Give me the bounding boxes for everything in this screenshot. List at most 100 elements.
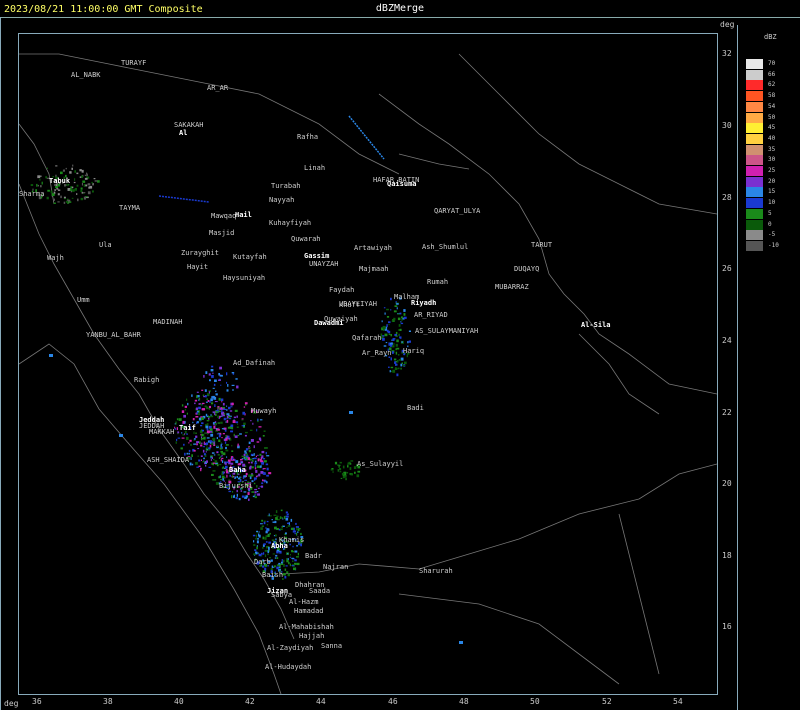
radar-echo-pixel xyxy=(180,447,183,450)
radar-echo-pixel xyxy=(234,459,236,462)
radar-echo-pixel xyxy=(195,435,198,438)
radar-echo-pixel xyxy=(210,433,214,437)
left-frame-line xyxy=(0,17,1,710)
radar-echo-pixel xyxy=(213,437,216,440)
radar-echo-pixel xyxy=(203,453,206,456)
latitude-tick-label: 30 xyxy=(722,121,732,130)
latitude-tick-label: 28 xyxy=(722,193,732,202)
radar-echo-pixel xyxy=(208,466,212,468)
radar-echo-pixel xyxy=(280,509,283,512)
radar-echo-pixel xyxy=(218,410,221,413)
radar-echo-pixel xyxy=(237,477,241,480)
legend-level-label: -5 xyxy=(768,231,776,239)
radar-echo-pixel xyxy=(393,358,397,361)
radar-echo-pixel xyxy=(63,201,66,204)
radar-echo-pixel xyxy=(260,523,263,525)
radar-echo-pixel xyxy=(260,459,262,462)
radar-echo-pixel xyxy=(382,337,385,341)
radar-echo-pixel xyxy=(87,191,91,195)
legend-level-label: 58 xyxy=(768,92,776,100)
radar-echo-pixel xyxy=(403,313,406,316)
legend-level-label: 40 xyxy=(768,134,776,142)
radar-echo-pixel xyxy=(407,341,409,344)
radar-echo-pixel xyxy=(201,459,202,461)
radar-echo-pixel xyxy=(216,445,219,447)
radar-echo-pixel xyxy=(258,426,262,428)
radar-echo-pixel xyxy=(275,517,278,520)
radar-echo-pixel xyxy=(262,536,265,540)
city-label: Najran xyxy=(323,563,349,571)
radar-echo-pixel xyxy=(216,433,220,435)
radar-echo-pixel xyxy=(226,389,229,392)
city-label: Ash_Shumlul xyxy=(422,243,469,251)
radar-echo-pixel xyxy=(194,399,198,402)
radar-echo-pixel xyxy=(268,546,270,550)
radar-echo-pixel xyxy=(390,357,392,361)
legend-level-label: 20 xyxy=(768,177,776,185)
radar-echo-pixel xyxy=(215,410,219,412)
radar-echo-pixel xyxy=(222,406,225,409)
radar-echo-pixel xyxy=(69,189,72,191)
radar-echo-pixel xyxy=(262,435,265,437)
city-label: Al-Sila xyxy=(581,321,611,329)
radar-echo-pixel xyxy=(265,447,268,449)
radar-echo-pixel xyxy=(400,367,402,370)
radar-echo-pixel xyxy=(400,322,404,325)
radar-echo-pixel xyxy=(350,460,354,462)
red-sea-west-coast xyxy=(19,343,282,694)
radar-echo-pixel xyxy=(262,458,266,460)
city-label: TURAYF xyxy=(121,59,147,67)
radar-echo-pixel xyxy=(205,401,208,403)
radar-echo-pixel xyxy=(395,335,398,337)
radar-echo-pixel xyxy=(267,553,269,556)
radar-echo-pixel xyxy=(240,490,243,492)
radar-echo-pixel xyxy=(211,442,214,445)
radar-echo-pixel xyxy=(255,470,258,473)
radar-echo-pixel xyxy=(201,417,204,420)
radar-map[interactable]: TURAYF AL_NABK AR_AR SAKAKAH Al Rafha Linah HAF… xyxy=(18,33,718,695)
radar-echo-pixel xyxy=(395,343,398,347)
city-label: Hayit xyxy=(187,263,209,271)
radar-echo-pixel xyxy=(280,563,284,565)
radar-echo-pixel xyxy=(186,412,188,415)
city-label: Kutayfah xyxy=(233,253,267,261)
radar-echo-pixel xyxy=(234,435,238,438)
legend-swatch xyxy=(746,133,763,144)
radar-echo-pixel xyxy=(200,444,203,447)
longitude-tick-label: 38 xyxy=(103,697,113,706)
radar-echo-pixel xyxy=(243,491,247,493)
radar-echo-pixel xyxy=(175,441,177,444)
city-label: Haysuniyah xyxy=(223,274,266,282)
city-label: Al-Mahabishah xyxy=(279,623,334,631)
radar-echo-pixel xyxy=(209,379,211,382)
radar-echo-pixel xyxy=(390,366,394,369)
radar-echo-pixel xyxy=(210,459,212,461)
radar-echo-pixel xyxy=(211,452,215,454)
radar-echo-pixel xyxy=(225,446,227,450)
radar-echo-pixel xyxy=(193,449,196,452)
radar-echo-pixel xyxy=(260,527,263,530)
radar-echo-pixel xyxy=(181,404,184,407)
radar-echo-pixel xyxy=(258,473,261,477)
radar-echo-pixel xyxy=(81,175,83,178)
radar-echo-pixel xyxy=(249,476,252,480)
radar-echo-pixel xyxy=(241,495,245,498)
radar-echo-pixel xyxy=(396,339,399,343)
radar-echo-pixel xyxy=(232,373,235,375)
city-label: Artawiyah xyxy=(354,244,392,252)
radar-echo-pixel xyxy=(283,564,285,567)
radar-echo-pixel xyxy=(297,552,299,556)
title-bar: 2023/08/21 11:00:00 GMT Composite dBZMer… xyxy=(0,0,800,18)
radar-echo-pixel xyxy=(260,465,262,467)
radar-echo-pixel xyxy=(203,395,205,398)
radar-echo-pixel xyxy=(214,404,216,407)
radar-echo-pixel xyxy=(280,517,283,519)
radar-echo-pixel xyxy=(37,184,39,187)
radar-echo-pixel xyxy=(201,422,204,425)
longitude-tick-label: 40 xyxy=(174,697,184,706)
radar-echo-pixel xyxy=(385,342,388,344)
radar-echo-pixel xyxy=(252,495,255,498)
radar-echo-pixel xyxy=(201,402,205,405)
radar-echo-pixel xyxy=(240,462,243,464)
radar-echo-pixel xyxy=(57,193,60,196)
